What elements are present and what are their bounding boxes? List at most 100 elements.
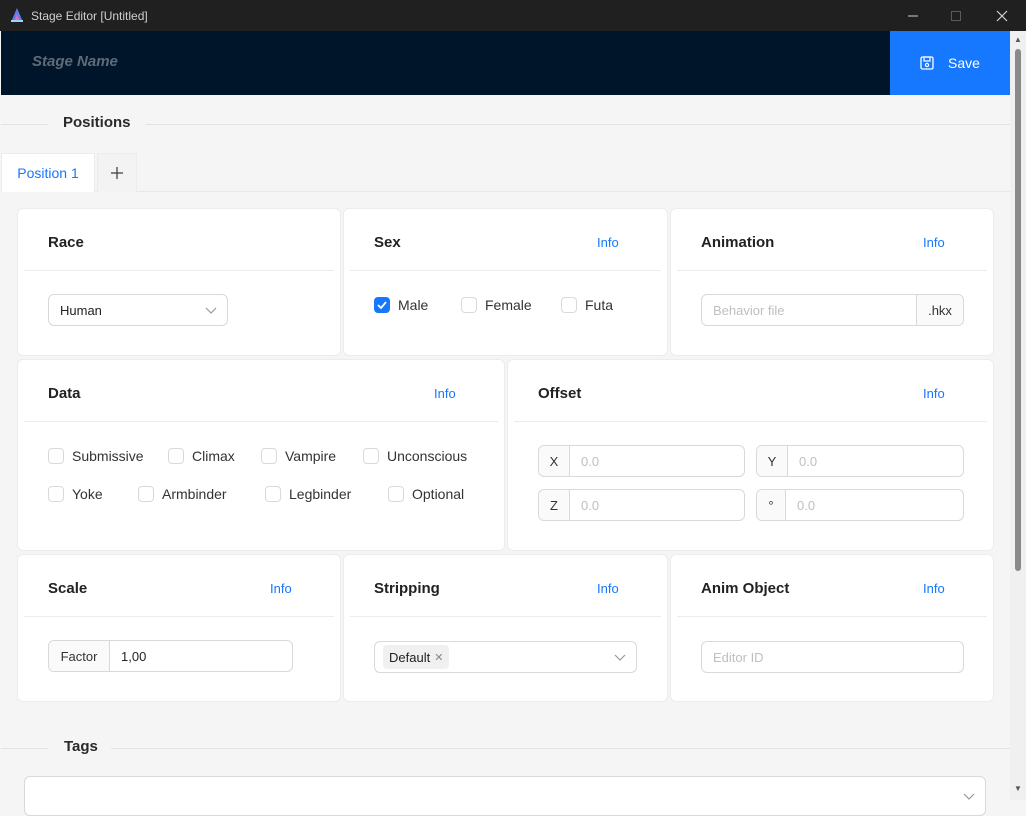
checkbox-box[interactable] — [261, 448, 277, 464]
offset-info-link[interactable]: Info — [923, 386, 945, 401]
checkbox-box[interactable] — [138, 486, 154, 502]
card-header: Sex Info — [350, 209, 661, 271]
close-button[interactable] — [979, 0, 1025, 31]
sex-info-link[interactable]: Info — [597, 235, 619, 250]
offset-x-input-group: X 0.0 — [538, 445, 745, 477]
offset-x-input[interactable]: 0.0 — [570, 446, 744, 476]
offset-card: Offset Info X 0.0 Y 0.0 Z 0.0 ° 0.0 — [507, 359, 994, 551]
scrollbar-thumb[interactable] — [1015, 49, 1021, 571]
checkbox-box[interactable] — [374, 297, 390, 313]
race-select[interactable]: Human — [48, 294, 228, 326]
checkbox-box[interactable] — [461, 297, 477, 313]
sex-futa-checkbox[interactable]: Futa — [561, 297, 613, 313]
behavior-file-input-group: Behavior file .hkx — [701, 294, 964, 326]
checkbox-label: Climax — [192, 448, 235, 464]
card-header: Anim Object Info — [677, 555, 987, 617]
chevron-down-icon — [614, 654, 626, 661]
save-button[interactable]: Save — [890, 31, 1010, 95]
anim-object-info-link[interactable]: Info — [923, 581, 945, 596]
scale-info-link[interactable]: Info — [270, 581, 292, 596]
offset-y-placeholder: 0.0 — [799, 453, 818, 469]
data-legbinder-checkbox[interactable]: Legbinder — [265, 486, 351, 502]
sex-female-checkbox[interactable]: Female — [461, 297, 532, 313]
tag-remove-icon[interactable]: ✕ — [434, 651, 443, 664]
positions-divider: Positions — [1, 114, 1010, 134]
editor-id-input[interactable]: Editor ID — [702, 642, 963, 672]
minimize-button[interactable] — [890, 0, 936, 31]
card-title: Anim Object — [701, 580, 790, 597]
card-title: Offset — [538, 385, 582, 402]
tag-label: Default — [389, 649, 431, 665]
offset-z-input-group: Z 0.0 — [538, 489, 745, 521]
checkbox-label: Yoke — [72, 486, 103, 502]
data-info-link[interactable]: Info — [434, 386, 456, 401]
checkbox-box[interactable] — [48, 486, 64, 502]
animation-info-link[interactable]: Info — [923, 235, 945, 250]
card-header: Offset Info — [514, 360, 987, 422]
checkbox-label: Futa — [585, 297, 614, 313]
add-position-button[interactable] — [97, 153, 137, 192]
data-vampire-checkbox[interactable]: Vampire — [261, 448, 336, 464]
position-tabs: Position 1 — [1, 153, 1010, 192]
data-yoke-checkbox[interactable]: Yoke — [48, 486, 103, 502]
data-submissive-checkbox[interactable]: Submissive — [48, 448, 144, 464]
tags-divider: Tags — [1, 738, 1010, 758]
checkbox-box[interactable] — [168, 448, 184, 464]
plus-icon — [111, 167, 123, 179]
checkbox-label: Male — [398, 297, 429, 313]
checkbox-label: Vampire — [285, 448, 337, 464]
scale-factor-input[interactable]: 1,00 — [110, 641, 292, 671]
save-icon — [920, 56, 934, 70]
card-header: Stripping Info — [350, 555, 661, 617]
offset-x-placeholder: 0.0 — [581, 453, 600, 469]
offset-z-input[interactable]: 0.0 — [570, 490, 744, 520]
offset-y-input-group: Y 0.0 — [756, 445, 964, 477]
stripping-select[interactable]: Default ✕ — [374, 641, 637, 673]
checkbox-label: Optional — [412, 486, 465, 502]
scroll-up-icon[interactable]: ▲ — [1014, 35, 1022, 44]
sex-male-checkbox[interactable]: Male — [374, 297, 428, 313]
maximize-button[interactable] — [933, 0, 979, 31]
checkbox-box[interactable] — [561, 297, 577, 313]
checkbox-label: Legbinder — [289, 486, 352, 502]
offset-y-input[interactable]: 0.0 — [788, 446, 963, 476]
offset-rotation-input[interactable]: 0.0 — [786, 490, 963, 520]
divider-line — [111, 748, 1010, 749]
card-header: Race — [24, 209, 334, 271]
scale-factor-input-group: Factor 1,00 — [48, 640, 293, 672]
data-climax-checkbox[interactable]: Climax — [168, 448, 235, 464]
tab-position-1[interactable]: Position 1 — [1, 153, 95, 192]
vertical-scrollbar[interactable]: ▲ ▼ — [1010, 31, 1026, 800]
checkmark-icon — [377, 301, 387, 309]
card-title: Sex — [374, 234, 401, 251]
card-title: Stripping — [374, 580, 440, 597]
tags-select[interactable] — [24, 776, 986, 816]
checkbox-box[interactable] — [48, 448, 64, 464]
offset-rotation-input-group: ° 0.0 — [756, 489, 964, 521]
card-header: Scale Info — [24, 555, 334, 617]
data-optional-checkbox[interactable]: Optional — [388, 486, 464, 502]
stripping-info-link[interactable]: Info — [597, 581, 619, 596]
scale-card: Scale Info Factor 1,00 — [17, 554, 341, 702]
checkbox-box[interactable] — [363, 448, 379, 464]
sex-card: Sex Info Male Female Futa — [343, 208, 668, 356]
chevron-down-icon — [205, 307, 217, 314]
checkbox-box[interactable] — [388, 486, 404, 502]
behavior-file-input[interactable]: Behavior file — [702, 295, 916, 325]
checkbox-box[interactable] — [265, 486, 281, 502]
positions-heading: Positions — [63, 114, 131, 131]
stripping-tag-default: Default ✕ — [383, 645, 450, 669]
card-title: Scale — [48, 580, 88, 597]
card-header: Animation Info — [677, 209, 987, 271]
data-armbinder-checkbox[interactable]: Armbinder — [138, 486, 227, 502]
stage-name-input[interactable]: Stage Name — [32, 53, 118, 70]
race-select-value: Human — [60, 303, 102, 318]
animation-card: Animation Info Behavior file .hkx — [670, 208, 994, 356]
checkbox-label: Submissive — [72, 448, 144, 464]
data-unconscious-checkbox[interactable]: Unconscious — [363, 448, 467, 464]
offset-rotation-label: ° — [757, 490, 786, 520]
stripping-card: Stripping Info Default ✕ — [343, 554, 668, 702]
app-header: Stage Name Save — [1, 31, 1010, 95]
hkx-suffix: .hkx — [916, 295, 963, 325]
scroll-down-icon[interactable]: ▼ — [1014, 784, 1022, 793]
